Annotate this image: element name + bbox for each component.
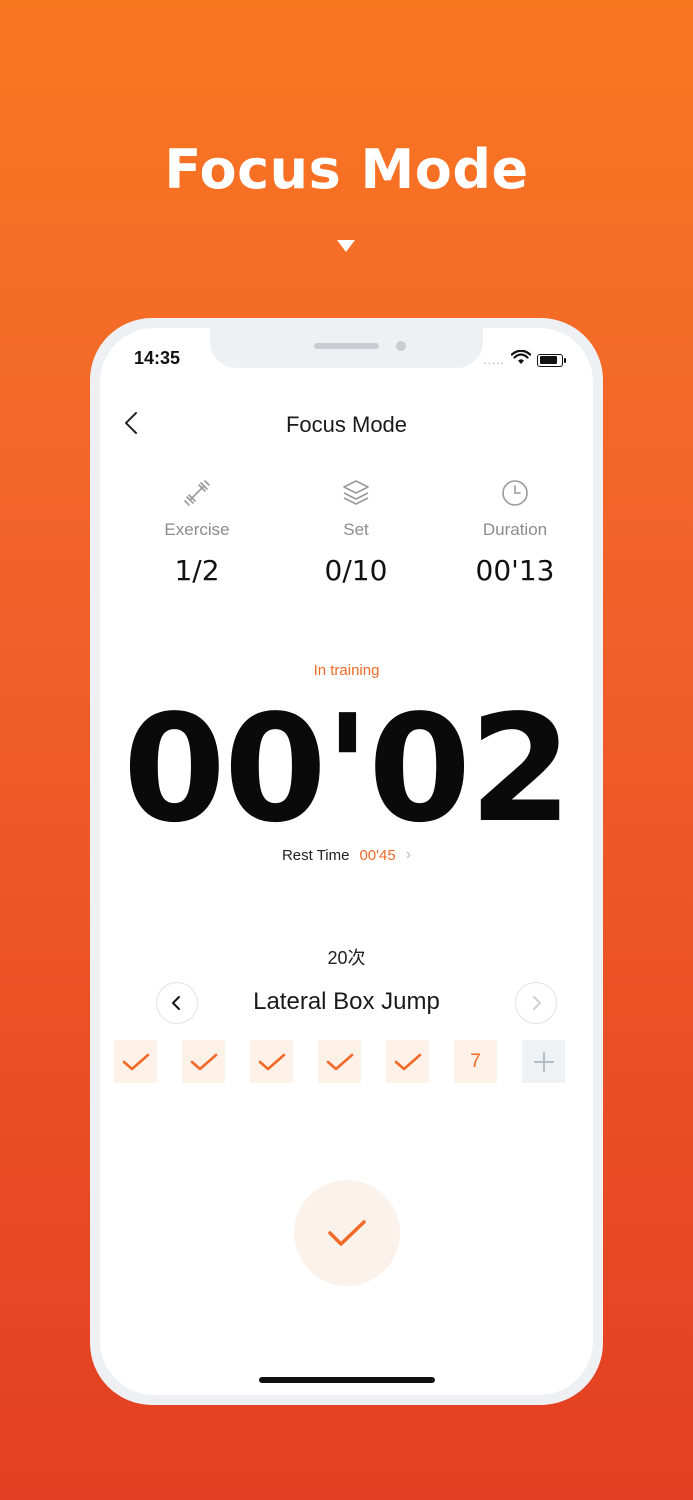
reps-count: 20次	[327, 948, 366, 968]
stat-duration-label: Duration	[482, 520, 548, 539]
training-status: In training	[313, 662, 380, 679]
promo-title: Focus Mode	[164, 138, 529, 201]
add-set-button[interactable]	[522, 1040, 565, 1083]
main-timer: 00'02	[122, 683, 572, 855]
stat-duration-value: 00'13	[475, 554, 555, 587]
sets-tracker: 7	[114, 1040, 565, 1083]
chevron-right-icon	[533, 996, 541, 1010]
set-current[interactable]: 7	[454, 1040, 497, 1083]
rest-time-value: 00'45	[359, 846, 396, 864]
stat-set: Set 0/10	[276, 476, 436, 587]
battery-icon	[537, 353, 566, 367]
status-bar-icons: .....	[483, 349, 566, 370]
wifi-icon	[510, 349, 532, 370]
layers-icon	[276, 476, 436, 510]
check-icon	[122, 1053, 149, 1070]
check-icon	[190, 1053, 217, 1070]
dumbbell-icon	[117, 476, 277, 510]
promo-down-arrow-icon	[337, 240, 355, 252]
speaker	[314, 343, 379, 349]
rest-time-label: Rest Time	[281, 846, 350, 864]
set-completed[interactable]	[182, 1040, 225, 1083]
signal-icon: .....	[483, 353, 505, 367]
complete-set-button[interactable]	[294, 1180, 400, 1286]
stat-duration: Duration 00'13	[435, 476, 593, 587]
stat-exercise-label: Exercise	[164, 520, 230, 539]
set-completed[interactable]	[386, 1040, 429, 1083]
home-indicator[interactable]	[259, 1377, 435, 1383]
check-icon	[326, 1053, 353, 1070]
chevron-right-icon: ›	[405, 846, 412, 863]
notch	[210, 328, 483, 368]
app-screen: 14:35 ..... Focus Mode Exercise 1/2 Set …	[100, 328, 593, 1395]
set-completed[interactable]	[114, 1040, 157, 1083]
set-completed[interactable]	[318, 1040, 361, 1083]
set-completed[interactable]	[250, 1040, 293, 1083]
check-icon	[258, 1053, 285, 1070]
stat-set-value: 0/10	[324, 554, 388, 587]
check-icon	[394, 1053, 421, 1070]
stat-exercise-value: 1/2	[174, 554, 220, 587]
check-icon	[328, 1220, 366, 1246]
stat-set-label: Set	[343, 520, 369, 539]
plus-icon	[533, 1051, 554, 1072]
phone-frame: 14:35 ..... Focus Mode Exercise 1/2 Set …	[90, 318, 603, 1405]
clock-icon	[435, 476, 593, 510]
next-exercise-button[interactable]	[515, 982, 557, 1024]
camera	[396, 341, 406, 351]
stat-exercise: Exercise 1/2	[117, 476, 277, 587]
exercise-switcher: Lateral Box Jump	[100, 980, 593, 1024]
status-bar-time: 14:35	[134, 348, 181, 368]
rest-time-button[interactable]: Rest Time 00'45 ›	[100, 846, 593, 864]
page-title: Focus Mode	[285, 412, 408, 437]
